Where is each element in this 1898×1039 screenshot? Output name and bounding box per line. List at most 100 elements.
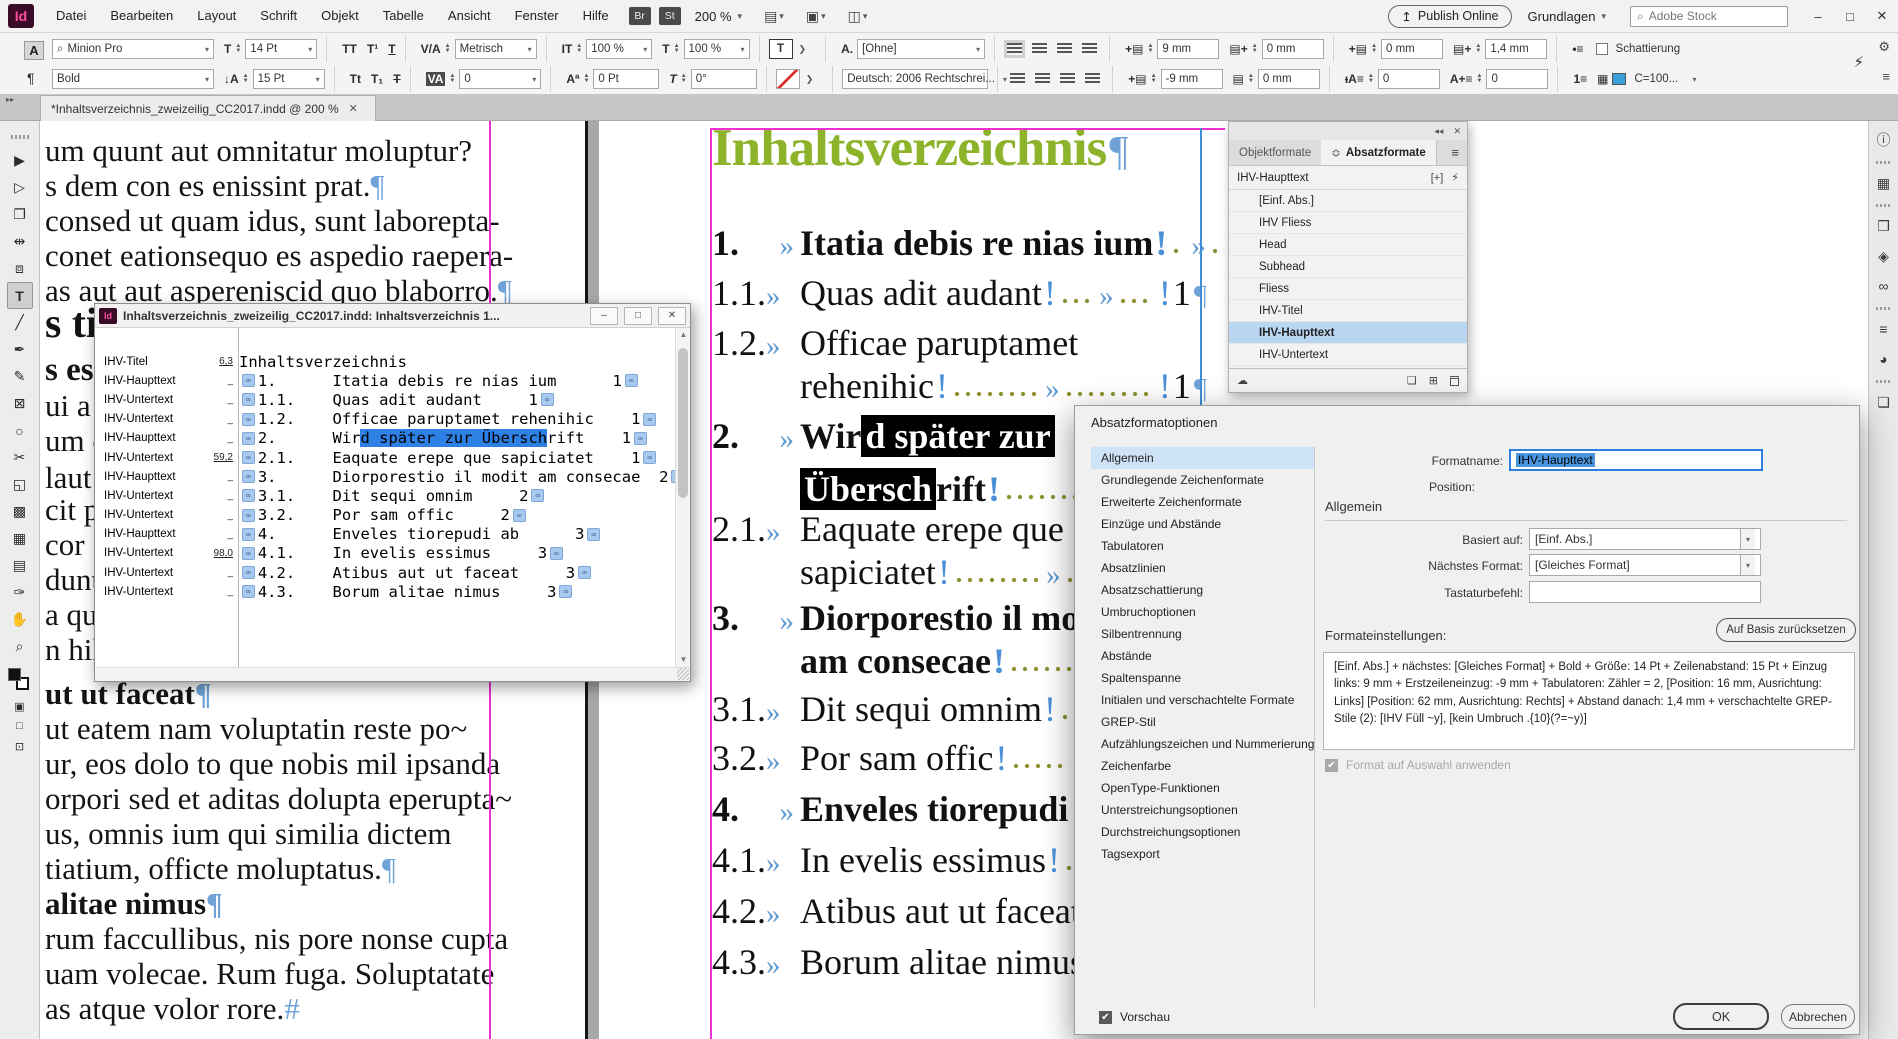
last-indent-stepper[interactable]: ▲ ▼	[1248, 73, 1254, 84]
pen-tool[interactable]: ✒	[7, 336, 33, 363]
font-family-combo[interactable]: ⌕ Minion Pro ▾	[52, 39, 214, 59]
space-before-field[interactable]: 0 mm	[1381, 39, 1444, 59]
body-text-line[interactable]: ur, eos dolo to que nobis mil ipsanda	[45, 746, 500, 782]
shading-color-grid-icon[interactable]: ▦	[1597, 72, 1608, 86]
vscale-stepper[interactable]: ▲ ▼	[576, 43, 582, 54]
window-minimize-button[interactable]: –	[1802, 9, 1834, 24]
toc-entry-1-2-line2[interactable]: rehenihic! » !1¶	[712, 365, 1207, 407]
pages-panel-icon[interactable]: ❒	[1872, 214, 1896, 238]
last-line-indent-field[interactable]: 0 mm	[1257, 69, 1320, 89]
toc-entry-1-2-line1[interactable]: 1.2.» Officae paruptamet	[712, 322, 1207, 364]
shading-color-swatch[interactable]	[1612, 73, 1627, 85]
cancel-button[interactable]: Abbrechen	[1781, 1004, 1855, 1029]
category-initialen-und-verschachtelte-formate[interactable]: Initialen und verschachtelte Formate	[1091, 689, 1314, 711]
cloud-sync-icon[interactable]: ☁	[1237, 374, 1248, 387]
toc-entry-1[interactable]: 1.» Itatia debis re nias ium! » !1¶	[712, 222, 1280, 264]
category-silbentrennung[interactable]: Silbentrennung	[1091, 623, 1314, 645]
body-text-fragment[interactable]: ui a	[45, 388, 91, 424]
paragraph-formatting-toggle[interactable]: ¶	[27, 70, 35, 86]
hand-tool[interactable]: ✋	[7, 606, 33, 633]
style-row-subhead[interactable]: Subhead	[1229, 256, 1467, 278]
workspace-dropdown[interactable]: Grundlagen	[1528, 9, 1596, 24]
baseline-shift-field[interactable]: 0 Pt	[593, 69, 660, 89]
body-text-line[interactable]: us, omnis ium qui similia dictem	[45, 816, 451, 852]
style-row-einf-abs[interactable]: [Einf. Abs.]	[1229, 190, 1467, 212]
toc-entry-1-1[interactable]: 1.1.» Quas adit audant! » !1¶	[712, 272, 1207, 314]
page-tool[interactable]: ❐	[7, 201, 33, 228]
ok-button[interactable]: OK	[1673, 1003, 1769, 1030]
rectangle-frame-tool[interactable]: ⊠	[7, 390, 33, 417]
size-stepper[interactable]: ▲ ▼	[235, 43, 241, 54]
color-panel-icon[interactable]: ◕	[1872, 347, 1896, 371]
stroke-swatch[interactable]	[775, 69, 800, 89]
category-umbruchoptionen[interactable]: Umbruchoptionen	[1091, 601, 1314, 623]
category-durchstreichungsoptionen[interactable]: Durchstreichungsoptionen	[1091, 821, 1314, 843]
bridge-button[interactable]: Br	[628, 7, 651, 25]
gap-tool[interactable]: ⇹	[7, 228, 33, 255]
type-tool[interactable]: T	[6, 282, 33, 309]
category-absatzschattierung[interactable]: Absatzschattierung	[1091, 579, 1314, 601]
style-row-ihv-fliess[interactable]: IHV Fliess	[1229, 212, 1467, 234]
body-text-fragment[interactable]: cor	[45, 527, 85, 563]
character-style-combo[interactable]: [Ohne] ▾	[857, 39, 986, 59]
right-indent-stepper[interactable]: ▲ ▼	[1252, 43, 1258, 54]
story-line[interactable]: ∞ 4.2. Atibus aut ut faceat 3 ∞	[239, 563, 675, 582]
chevron-down-icon[interactable]: ▾	[738, 11, 743, 22]
toc-title[interactable]: Inhaltsverzeichnis ¶	[712, 118, 1128, 178]
screen-mode-icon[interactable]: ▣	[806, 8, 819, 25]
zoom-level-dropdown[interactable]: 200 %	[695, 9, 732, 24]
free-transform-tool[interactable]: ◱	[7, 471, 33, 498]
horizontal-scale-combo[interactable]: 100 % ▾	[683, 39, 750, 59]
chevron-down-icon[interactable]: ▾	[1739, 555, 1755, 575]
story-line[interactable]: ∞ 1.2. Officae paruptamet rehenihic 1 ∞	[239, 410, 675, 429]
ellipse-tool[interactable]: ○	[7, 417, 33, 444]
left-indent-field[interactable]: 9 mm	[1157, 39, 1220, 59]
justify-button[interactable]	[1082, 43, 1098, 55]
space-before-stepper[interactable]: ▲ ▼	[1371, 43, 1377, 54]
body-text-fragment[interactable]: laut	[45, 460, 92, 496]
justify-all-button[interactable]	[1085, 73, 1101, 85]
numbered-list-icon[interactable]: 1≡	[1573, 72, 1587, 86]
leading-combo[interactable]: 15 Pt ▾	[252, 69, 325, 89]
new-style-icon[interactable]: ⊞	[1429, 374, 1438, 387]
story-line[interactable]: Inhaltsverzeichnis	[239, 352, 675, 371]
body-text-line[interactable]: ut eatem nam voluptatin reste po~	[45, 711, 467, 747]
body-text-fragment[interactable]: n hil	[45, 632, 101, 668]
baseline-stepper[interactable]: ▲ ▼	[583, 73, 589, 84]
body-text-fragment[interactable]: dunt	[45, 562, 100, 598]
auf-basis-zuruecksetzen-button[interactable]: Auf Basis zurücksetzen	[1716, 618, 1856, 642]
fill-swatch[interactable]	[7, 668, 21, 681]
kerning-combo[interactable]: Metrisch ▾	[454, 39, 537, 59]
align-right-button[interactable]	[1057, 43, 1073, 55]
style-row-ihv-titel[interactable]: IHV-Titel	[1229, 300, 1467, 322]
hamburger-icon[interactable]: ≡	[1882, 69, 1890, 84]
bullet-list-icon[interactable]: •≡	[1572, 42, 1583, 56]
dropcap-chars-stepper[interactable]: ▲ ▼	[1477, 73, 1483, 84]
body-text-line[interactable]: alitae nimus¶	[45, 886, 223, 922]
vertical-scale-combo[interactable]: 100 % ▾	[586, 39, 653, 59]
category-spaltenspanne[interactable]: Spaltenspanne	[1091, 667, 1314, 689]
body-text-line[interactable]: consed ut quam idus, sunt laborepta-	[45, 203, 500, 239]
panel-close-icon[interactable]: ✕	[1453, 126, 1461, 137]
category-einzuege-und-abstaende[interactable]: Einzüge und Abstände	[1091, 513, 1314, 535]
style-override-icon[interactable]: [+]	[1431, 172, 1444, 184]
body-text-fragment[interactable]: s ti	[45, 300, 98, 348]
style-row-fliess[interactable]: Fliess	[1229, 278, 1467, 300]
chevron-down-icon[interactable]: ▾	[1601, 11, 1606, 22]
story-line[interactable]: ∞ 3.1. Dit sequi omnim 2 ∞	[239, 486, 675, 505]
document-tab[interactable]: *Inhaltsverzeichnis_zweizeilig_CC2017.in…	[40, 95, 376, 121]
story-horizontal-scrollbar[interactable]	[95, 667, 690, 681]
chevron-down-icon[interactable]: ▾	[779, 11, 784, 22]
font-style-combo[interactable]: Bold ▾	[52, 69, 214, 89]
delete-style-icon[interactable]	[1450, 375, 1459, 386]
view-mode-normal[interactable]: ▣	[7, 696, 33, 716]
category-abstaende[interactable]: Abstände	[1091, 645, 1314, 667]
align-left-button[interactable]	[1004, 40, 1026, 58]
style-row-ihv-haupttext[interactable]: IHV-Haupttext	[1229, 322, 1467, 344]
story-text-area[interactable]: Inhaltsverzeichnis ∞ 1. Itatia debis re n…	[239, 328, 675, 667]
menu-hilfe[interactable]: Hilfe	[571, 0, 621, 32]
stock-button[interactable]: St	[658, 7, 681, 25]
gear-icon[interactable]: ⚙	[1878, 39, 1890, 55]
style-row-ihv-untertext[interactable]: IHV-Untertext	[1229, 344, 1467, 366]
category-grep-stil[interactable]: GREP-Stil	[1091, 711, 1314, 733]
